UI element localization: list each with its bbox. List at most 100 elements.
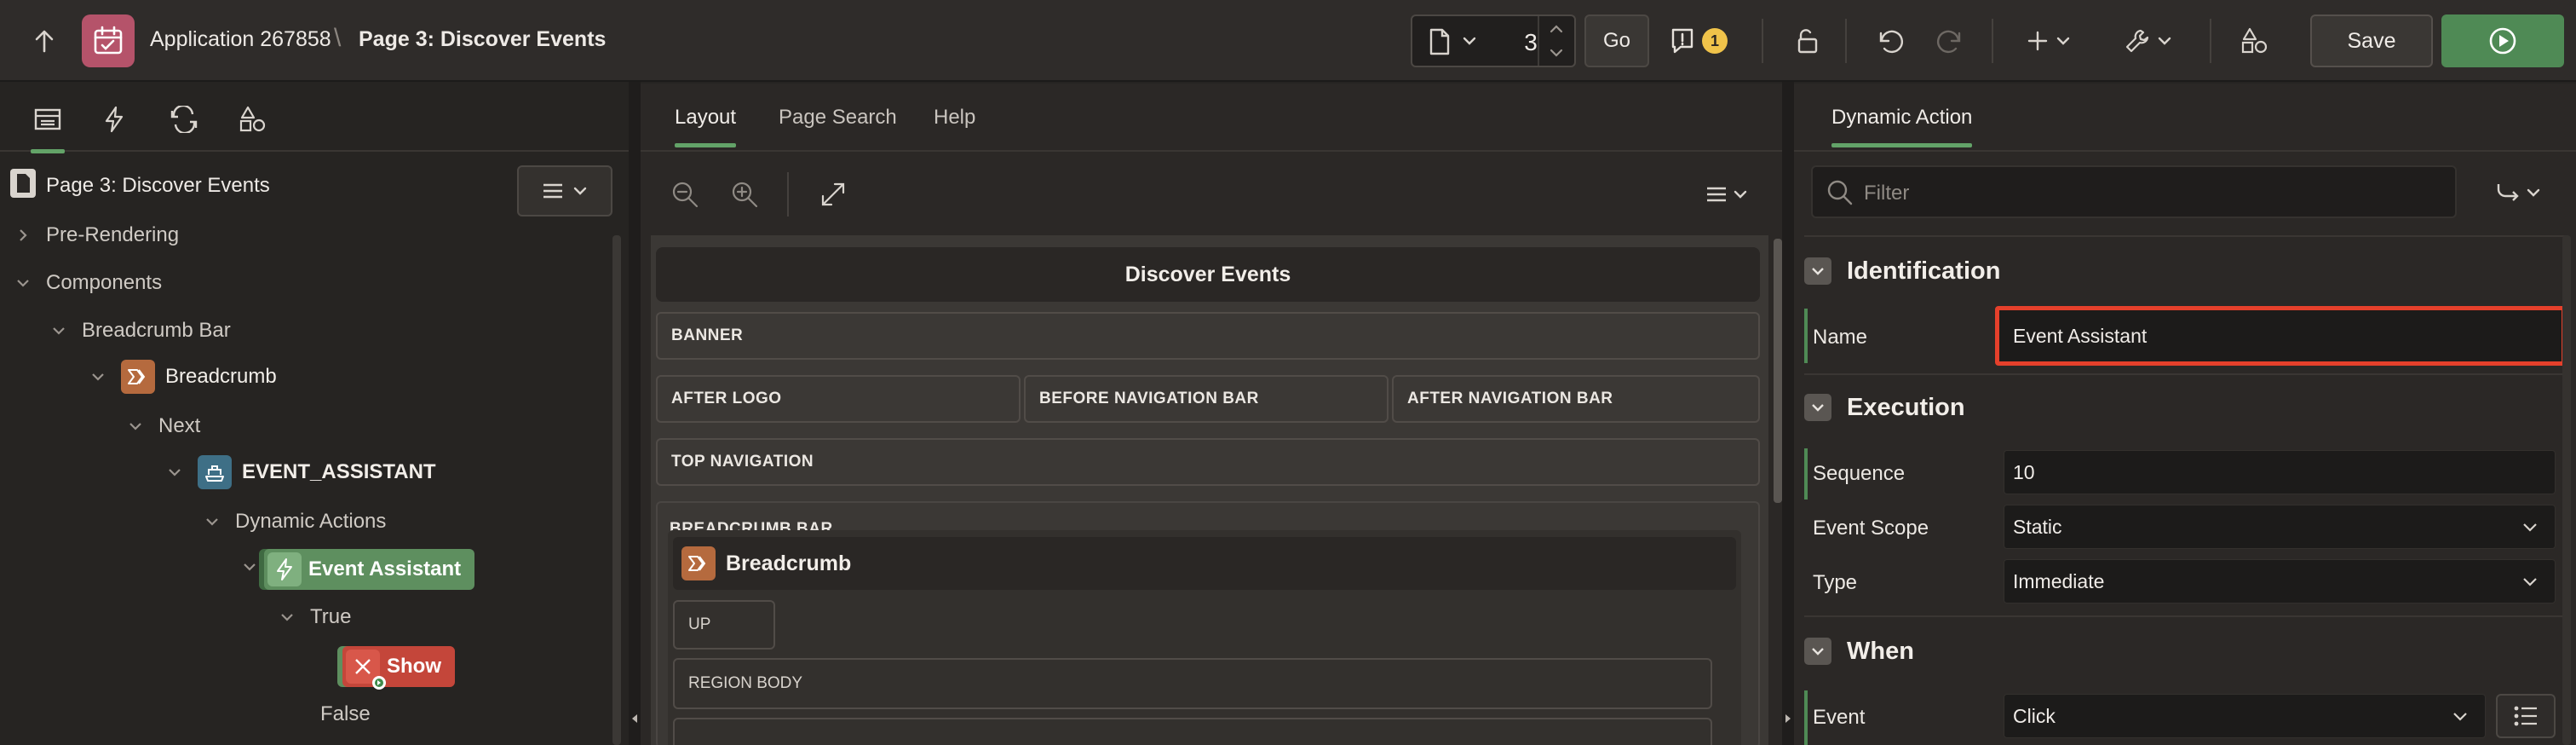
event-list-button[interactable] [2496,694,2556,738]
chevron-down-icon[interactable] [126,417,145,436]
undo-icon[interactable] [1867,20,1912,61]
layout-menu-button[interactable] [1697,174,1757,215]
page-issues-button[interactable]: 1 [1670,22,1738,60]
up-arrow-icon[interactable] [26,22,63,60]
tree-node-pre-rendering[interactable]: Pre-Rendering [14,223,179,247]
decrement-icon[interactable] [1547,45,1566,65]
layout-canvas: Discover Events BANNER AFTER LOGO BEFORE… [651,235,1768,745]
tree-scrollbar[interactable] [612,235,621,745]
lock-page-icon[interactable] [1785,20,1826,61]
tree-node-true[interactable]: True [278,605,351,629]
tree-node-false[interactable]: False [320,702,371,726]
section-identification[interactable]: Identification [1804,247,2562,295]
chevron-down-icon [573,187,587,195]
right-splitter[interactable] [1782,82,1794,745]
slot-next[interactable] [673,718,1712,745]
shared-components-icon[interactable] [2234,20,2274,61]
chevron-down-icon[interactable] [278,608,296,627]
chevron-down-icon[interactable] [240,557,259,576]
chevron-right-icon[interactable] [14,226,32,245]
tree-node-components[interactable]: Components [14,271,162,295]
section-when[interactable]: When [1804,627,2562,675]
page-tree-pane: Page 3: Discover Events Pre-Rendering Co… [0,84,629,745]
section-execution[interactable]: Execution [1804,384,2562,431]
filter-input[interactable]: Filter [1811,165,2457,218]
zoom-out-icon[interactable] [664,174,705,215]
name-input[interactable]: Event Assistant [1995,306,2566,366]
tab-page-search[interactable]: Page Search [779,106,897,130]
tree-node-event-assistant-item[interactable]: EVENT_ASSISTANT [165,455,436,489]
collapse-icon[interactable] [1804,394,1831,421]
list-icon [2514,706,2537,726]
slot-up[interactable]: UP [673,600,775,650]
tree-node-breadcrumb[interactable]: Breadcrumb [89,360,277,394]
sequence-input[interactable]: 10 [2004,450,2556,494]
chevron-down-icon[interactable] [1462,35,1477,51]
layout-toolbar [641,153,1782,235]
slot-after-logo[interactable]: AFTER LOGO [656,375,1021,423]
save-button[interactable]: Save [2310,14,2433,67]
application-link[interactable]: Application 267858 [150,27,331,52]
tree-root[interactable]: Page 3: Discover Events [10,169,270,202]
tab-dynamic-actions[interactable] [89,92,140,147]
page-region-title[interactable]: Discover Events [656,247,1760,302]
type-value: Immediate [2013,569,2105,592]
collapse-icon[interactable] [1804,257,1831,285]
slot-region-body[interactable]: REGION BODY [673,658,1712,709]
lightning-icon [105,106,124,133]
expand-icon[interactable] [813,174,854,215]
divider [787,172,789,217]
chevron-down-icon[interactable] [14,274,32,292]
play-icon [2489,27,2516,55]
tab-processing[interactable] [158,92,210,147]
utilities-menu-button[interactable] [2119,20,2177,61]
name-label: Name [1813,326,1868,349]
slot-banner[interactable]: BANNER [656,312,1760,360]
tree-node-dynamic-actions[interactable]: Dynamic Actions [203,510,386,534]
breadcrumb-region[interactable]: Breadcrumb UP REGION BODY [668,530,1741,745]
chevron-down-icon[interactable] [89,367,107,386]
increment-icon[interactable] [1547,21,1566,41]
create-menu-button[interactable] [2021,20,2077,61]
go-to-group-button[interactable] [2484,172,2552,213]
calendar-app-icon[interactable] [82,14,135,67]
canvas-scrollbar[interactable] [1774,239,1782,503]
divider [1804,373,2567,375]
go-button[interactable]: Go [1584,14,1649,67]
run-page-button[interactable] [2441,14,2564,67]
tab-dynamic-action[interactable]: Dynamic Action [1831,106,1973,147]
tree-node-label: Event Assistant [308,557,462,580]
divider [1538,16,1539,66]
tree-node-show-action[interactable]: Show [342,646,455,690]
chevron-down-icon[interactable] [165,463,184,482]
page-title: Page 3: Discover Events [359,27,607,51]
breadcrumb-region-header[interactable]: Breadcrumb [673,537,1736,590]
collapse-icon[interactable] [1804,638,1831,665]
tab-help[interactable]: Help [934,106,975,130]
slot-before-navigation-bar[interactable]: BEFORE NAVIGATION BAR [1024,375,1389,423]
tree-node-label: Pre-Rendering [46,223,180,246]
chevron-down-icon[interactable] [203,512,221,531]
left-splitter[interactable] [629,82,641,745]
processing-icon [170,106,198,133]
tree-node-breadcrumb-bar[interactable]: Breadcrumb Bar [49,319,231,343]
page-icon[interactable] [1428,28,1452,60]
page-number-input[interactable]: 3 [1509,29,1552,56]
chevron-down-icon[interactable] [49,321,68,340]
tab-layout[interactable]: Layout [675,106,737,147]
type-select[interactable]: Immediate [2004,559,2556,604]
zoom-in-icon[interactable] [724,174,765,215]
slot-after-navigation-bar[interactable]: AFTER NAVIGATION BAR [1392,375,1760,423]
event-scope-select[interactable]: Static [2004,505,2556,549]
tab-rendering[interactable] [22,92,73,153]
tree-menu-button[interactable] [517,165,612,217]
tab-shared-components[interactable] [227,92,278,147]
tree-node-next[interactable]: Next [126,414,200,438]
property-scrollbar[interactable] [2562,235,2571,745]
event-select[interactable]: Click [2004,694,2486,738]
redo-icon[interactable] [1929,20,1973,61]
app-header: Application 267858 \ Page 3: Discover Ev… [0,0,2576,82]
page-selector[interactable]: 3 [1411,14,1576,67]
tree-node-event-assistant-da[interactable]: Event Assistant [264,549,475,590]
slot-top-navigation[interactable]: TOP NAVIGATION [656,438,1760,486]
